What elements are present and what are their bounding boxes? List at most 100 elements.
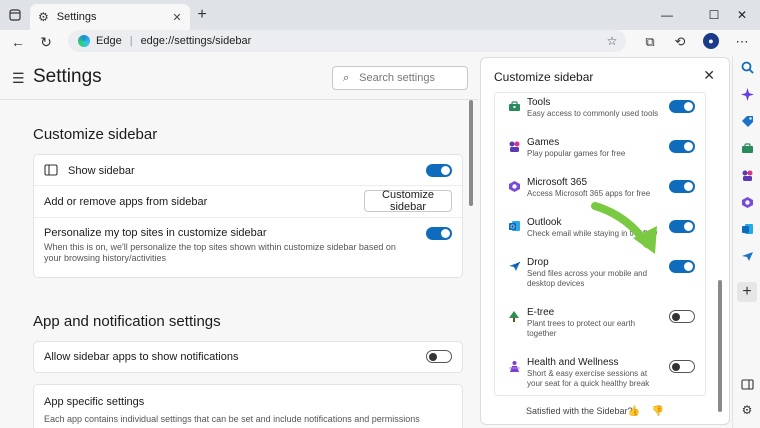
add-app-icon[interactable]: + bbox=[737, 282, 757, 302]
outlook-toggle[interactable] bbox=[669, 220, 695, 233]
navigation-bar: ← ↻ Edge | edge://settings/sidebar ☆ ⧉ ⟲… bbox=[0, 30, 760, 54]
health-icon bbox=[507, 359, 521, 373]
app-description: Short & easy exercise sessions at your s… bbox=[527, 369, 650, 388]
app-notification-settings-heading: App and notification settings bbox=[33, 313, 221, 330]
address-bar[interactable]: Edge | edge://settings/sidebar ☆ bbox=[68, 30, 626, 52]
app-item-games: Games Play popular games for free bbox=[495, 137, 705, 177]
feedback-prompt: Satisfied with the Sidebar? bbox=[526, 406, 633, 416]
app-item-health-wellness: Health and Wellness Short & easy exercis… bbox=[495, 357, 705, 395]
app-item-microsoft-365: Microsoft 365 Access Microsoft 365 apps … bbox=[495, 177, 705, 217]
app-item-tools: Tools Easy access to commonly used tools bbox=[495, 97, 705, 137]
app-name: Tools bbox=[527, 97, 551, 108]
app-name: Outlook bbox=[527, 217, 562, 228]
allow-notifications-toggle[interactable] bbox=[426, 350, 452, 363]
back-button[interactable]: ← bbox=[8, 32, 28, 52]
app-item-drop: Drop Send files across your mobile and d… bbox=[495, 257, 705, 297]
app-description: Check email while staying in the flow bbox=[527, 229, 658, 238]
show-sidebar-toggle[interactable] bbox=[426, 164, 452, 177]
games-icon bbox=[507, 139, 521, 153]
app-name: Games bbox=[527, 137, 560, 148]
refresh-button[interactable]: ↻ bbox=[36, 32, 56, 52]
hide-sidebar-icon[interactable] bbox=[739, 376, 755, 392]
games-toggle[interactable] bbox=[669, 140, 695, 153]
favorite-star-icon[interactable]: ☆ bbox=[604, 33, 620, 49]
search-input[interactable] bbox=[359, 72, 450, 84]
outlook-icon: O bbox=[507, 219, 521, 233]
app-item-outlook: O Outlook Check email while staying in t… bbox=[495, 217, 705, 257]
health-wellness-toggle[interactable] bbox=[669, 360, 695, 373]
app-specific-settings-card[interactable]: App specific settings Each app contains … bbox=[33, 384, 463, 428]
gear-icon: ⚙ bbox=[38, 10, 49, 24]
app-description: Send files across your mobile and deskto… bbox=[527, 269, 648, 288]
add-remove-apps-row: Add or remove apps from sidebar Customiz… bbox=[34, 186, 462, 218]
etree-icon bbox=[507, 309, 521, 323]
drop-toggle[interactable] bbox=[669, 260, 695, 273]
history-icon[interactable]: ⟲ bbox=[670, 32, 690, 52]
games-icon[interactable] bbox=[739, 167, 755, 183]
app-name: Microsoft 365 bbox=[527, 177, 588, 188]
title-bar: ⚙ Settings ✕ + — ☐ ✕ bbox=[0, 0, 760, 30]
close-panel-icon[interactable]: ✕ bbox=[703, 67, 715, 84]
search-icon[interactable] bbox=[739, 59, 755, 75]
personalize-top-sites-toggle[interactable] bbox=[426, 227, 452, 240]
address-separator: | bbox=[129, 35, 133, 47]
copilot-sparkle-icon[interactable] bbox=[739, 86, 755, 102]
tools-toggle[interactable] bbox=[669, 100, 695, 113]
more-menu-icon[interactable]: ⋯ bbox=[732, 32, 752, 52]
allow-notifications-label: Allow sidebar apps to show notifications bbox=[44, 351, 239, 363]
sidebar-icon bbox=[44, 164, 58, 179]
page-scrollbar[interactable] bbox=[469, 100, 473, 206]
minimize-button[interactable]: — bbox=[658, 6, 676, 24]
toolbox-icon[interactable] bbox=[739, 140, 755, 156]
menu-icon[interactable]: ☰ bbox=[12, 70, 25, 87]
show-sidebar-row: Show sidebar bbox=[34, 155, 462, 186]
add-remove-apps-label: Add or remove apps from sidebar bbox=[44, 196, 208, 208]
thumbs-down-icon[interactable]: 👎 bbox=[651, 404, 665, 418]
new-tab-button[interactable]: + bbox=[194, 6, 210, 23]
svg-text:O: O bbox=[510, 225, 515, 231]
customize-sidebar-panel: Customize sidebar ✕ Tools Easy access to… bbox=[480, 57, 730, 425]
app-specific-settings-description: Each app contains individual settings th… bbox=[44, 414, 420, 424]
app-description: Easy access to commonly used tools bbox=[527, 109, 659, 118]
shopping-tag-icon[interactable] bbox=[739, 113, 755, 129]
app-name: Drop bbox=[527, 257, 549, 268]
extensions-icon[interactable]: ⧉ bbox=[640, 32, 660, 52]
panel-scrollbar[interactable] bbox=[718, 280, 722, 412]
panel-title: Customize sidebar bbox=[494, 70, 594, 84]
app-description: Play popular games for free bbox=[527, 149, 626, 158]
outlook-icon[interactable] bbox=[739, 221, 755, 237]
customize-sidebar-button[interactable]: Customize sidebar bbox=[364, 189, 452, 213]
sidebar-settings-gear-icon[interactable]: ⚙ bbox=[739, 402, 755, 418]
close-window-button[interactable]: ✕ bbox=[733, 6, 751, 24]
search-icon: ⌕ bbox=[343, 71, 350, 84]
maximize-button[interactable]: ☐ bbox=[705, 6, 723, 24]
app-name: Health and Wellness bbox=[527, 357, 619, 368]
toolbox-icon bbox=[507, 99, 521, 113]
tab-settings[interactable]: ⚙ Settings ✕ bbox=[30, 4, 190, 30]
settings-page: ☰ Settings ⌕ Customize sidebar Show side… bbox=[0, 56, 478, 428]
drop-icon bbox=[507, 259, 521, 273]
header-divider bbox=[0, 99, 478, 100]
avatar[interactable]: ● bbox=[703, 33, 719, 49]
url-text: edge://settings/sidebar bbox=[140, 35, 252, 47]
thumbs-up-icon[interactable]: 👍 bbox=[627, 404, 641, 418]
personalize-top-sites-label: Personalize my top sites in customize si… bbox=[44, 227, 267, 239]
page-title: Settings bbox=[33, 66, 102, 87]
edge-sidebar: + ⚙ bbox=[732, 56, 760, 428]
tab-actions-icon[interactable] bbox=[6, 6, 24, 24]
customize-sidebar-card: Show sidebar Add or remove apps from sid… bbox=[33, 154, 463, 278]
e-tree-toggle[interactable] bbox=[669, 310, 695, 323]
close-tab-icon[interactable]: ✕ bbox=[170, 10, 184, 24]
edge-logo-icon bbox=[78, 35, 90, 47]
app-list: Tools Easy access to commonly used tools… bbox=[494, 92, 706, 396]
show-sidebar-label: Show sidebar bbox=[68, 165, 135, 177]
tab-title: Settings bbox=[56, 11, 97, 23]
app-item-e-tree: E-tree Plant trees to protect our earth … bbox=[495, 307, 705, 347]
m365-icon[interactable] bbox=[739, 194, 755, 210]
search-box[interactable]: ⌕ bbox=[332, 66, 468, 90]
personalize-top-sites-description: When this is on, we'll personalize the t… bbox=[44, 242, 396, 263]
customize-sidebar-heading: Customize sidebar bbox=[33, 126, 158, 143]
drop-icon[interactable] bbox=[739, 248, 755, 264]
microsoft-365-toggle[interactable] bbox=[669, 180, 695, 193]
personalize-top-sites-row: Personalize my top sites in customize si… bbox=[34, 218, 462, 277]
